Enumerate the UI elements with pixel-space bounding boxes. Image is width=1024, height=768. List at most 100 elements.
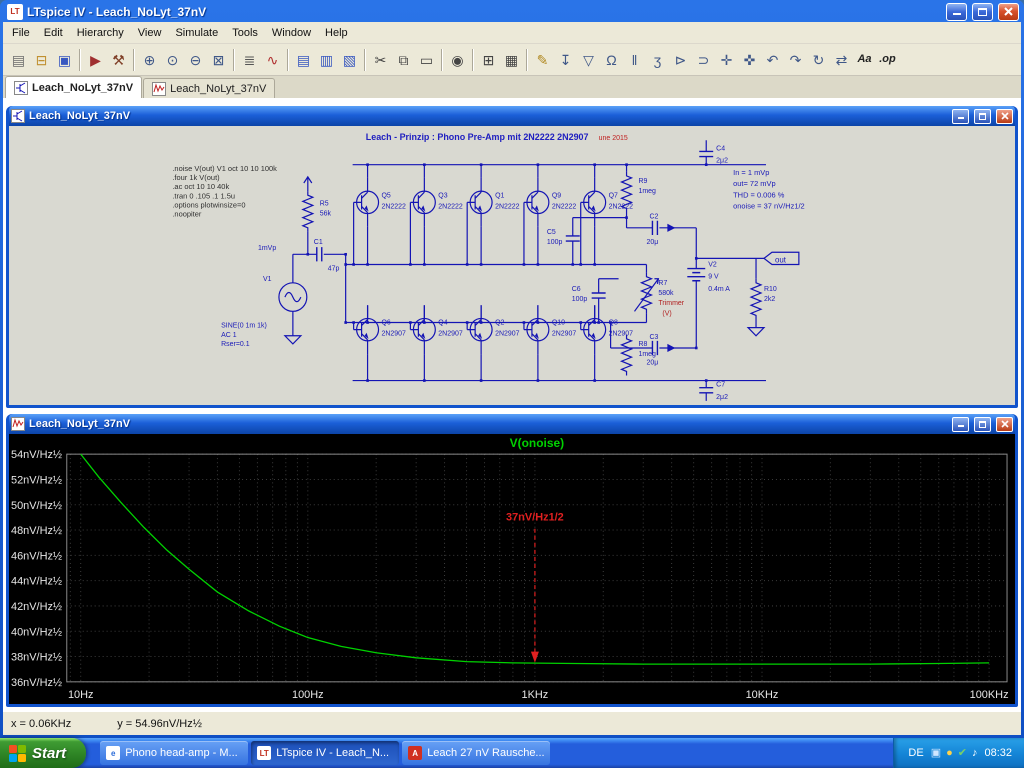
zoom-in-icon[interactable]: ⊕ [138, 48, 161, 71]
inductor-icon[interactable]: ʒ [646, 48, 669, 71]
taskbar-task[interactable]: LTLTspice IV - Leach_N... [251, 741, 399, 765]
save-icon[interactable]: ▣ [53, 48, 76, 71]
component-c4[interactable] [699, 151, 713, 156]
transistor-Q10[interactable]: Q102N2907 [524, 305, 576, 380]
component-r10[interactable] [751, 279, 761, 320]
run-icon[interactable]: ▶ [84, 48, 107, 71]
cut-icon[interactable]: ✂ [369, 48, 392, 71]
schematic-maximize-button[interactable] [974, 109, 991, 124]
minimize-button[interactable] [946, 3, 967, 21]
spice-directive[interactable]: .tran 0 .105 .1 1.5u [172, 191, 235, 200]
taskbar-task[interactable]: ePhono head-amp - M... [100, 741, 248, 765]
transistor-Q3[interactable]: Q32N2222 [410, 165, 462, 265]
zoom-back-icon[interactable]: ⊙ [161, 48, 184, 71]
display-icon[interactable]: ▣ [931, 748, 941, 759]
out-port-flag[interactable]: out [764, 252, 799, 264]
copy-icon[interactable]: ⧉ [392, 48, 415, 71]
transistor-Q9[interactable]: Q92N2222 [524, 165, 576, 265]
transistor-Q2[interactable]: Q22N2907 [467, 305, 519, 380]
y-tick-label: 48nV/Hz½ [11, 525, 62, 537]
transistor-type: 2N2907 [438, 331, 462, 338]
cascade-icon[interactable]: ▧ [338, 48, 361, 71]
paste-icon[interactable]: ▭ [415, 48, 438, 71]
spice-directive[interactable]: .options plotwinsize=0 [172, 200, 245, 209]
menu-window[interactable]: Window [265, 22, 318, 43]
transistor-Q6[interactable]: Q62N2907 [354, 305, 406, 380]
waveform-icon[interactable]: ∿ [261, 48, 284, 71]
print-preview-icon[interactable]: ⊞ [477, 48, 500, 71]
transistor-Q7[interactable]: Q72N2222 [581, 165, 633, 265]
component-v1-source[interactable] [279, 283, 307, 312]
language-indicator[interactable]: DE [908, 747, 923, 759]
spice-netlist-icon[interactable]: ≣ [238, 48, 261, 71]
component-c2[interactable] [652, 221, 657, 235]
spice-directive[interactable]: .noise V(out) V1 oct 10 10 100k [172, 164, 277, 173]
capacitor-icon[interactable]: ‖ [623, 48, 646, 71]
text-icon[interactable]: Aa [853, 48, 876, 71]
net-label-icon[interactable]: ▽ [577, 48, 600, 71]
menu-tools[interactable]: Tools [225, 22, 265, 43]
volume-icon[interactable]: ♪ [972, 748, 978, 759]
transistor-Q1[interactable]: Q12N2222 [467, 165, 519, 265]
transistor-Q5[interactable]: Q52N2222 [354, 165, 406, 265]
resistor-icon[interactable]: Ω [600, 48, 623, 71]
zoom-full-icon[interactable]: ⊠ [207, 48, 230, 71]
maximize-button[interactable] [972, 3, 993, 21]
schematic-canvas[interactable]: out Leach - Prinzip : Phono Pre-Amp mit … [9, 126, 1015, 405]
component-r7-trimmer[interactable] [635, 273, 659, 314]
start-button[interactable]: Start [0, 738, 86, 768]
print-icon[interactable]: ▦ [500, 48, 523, 71]
taskbar-task[interactable]: ALeach 27 nV Rausche... [402, 741, 550, 765]
component-c6[interactable] [592, 293, 606, 298]
waveform-plot[interactable]: 54nV/Hz½52nV/Hz½50nV/Hz½48nV/Hz½46nV/Hz½… [9, 434, 1015, 704]
component-r5[interactable] [303, 191, 313, 232]
close-button[interactable] [998, 3, 1019, 21]
menu-hierarchy[interactable]: Hierarchy [70, 22, 131, 43]
component-c7[interactable] [699, 388, 713, 393]
menu-simulate[interactable]: Simulate [168, 22, 225, 43]
shield-icon[interactable]: ✔ [958, 748, 967, 759]
spice-directive-icon[interactable]: .op [876, 48, 899, 71]
wire-icon[interactable]: ✎ [531, 48, 554, 71]
find-icon[interactable]: ◉ [446, 48, 469, 71]
transistor-Q4[interactable]: Q42N2907 [410, 305, 462, 380]
waveform-window-titlebar[interactable]: Leach_NoLyt_37nV [9, 414, 1015, 434]
component-r8[interactable] [622, 335, 632, 376]
drag-icon[interactable]: ✜ [738, 48, 761, 71]
open-icon[interactable]: ⊟ [30, 48, 53, 71]
new-schematic-icon[interactable]: ▤ [7, 48, 30, 71]
menu-help[interactable]: Help [318, 22, 355, 43]
update-icon[interactable]: ● [946, 748, 953, 759]
zoom-out-icon[interactable]: ⊖ [184, 48, 207, 71]
tile-horizontal-icon[interactable]: ▤ [292, 48, 315, 71]
waveform-close-button[interactable] [996, 417, 1013, 432]
ground-icon[interactable]: ↧ [554, 48, 577, 71]
menu-view[interactable]: View [131, 22, 169, 43]
mirror-icon[interactable]: ⇄ [830, 48, 853, 71]
schematic-window-titlebar[interactable]: Leach_NoLyt_37nV [9, 106, 1015, 126]
schematic-minimize-button[interactable] [952, 109, 969, 124]
component-v2-battery[interactable] [687, 269, 705, 281]
undo-icon[interactable]: ↶ [761, 48, 784, 71]
waveform-maximize-button[interactable] [974, 417, 991, 432]
trace-title[interactable]: V(onoise) [510, 436, 564, 450]
component-icon[interactable]: ⊃ [692, 48, 715, 71]
tab-waveform[interactable]: Leach_NoLyt_37nV [143, 78, 275, 98]
spice-directive[interactable]: .noopiter [172, 210, 202, 219]
diode-icon[interactable]: ⊳ [669, 48, 692, 71]
spice-directive[interactable]: .four 1k V(out) [172, 173, 220, 182]
rotate-icon[interactable]: ↻ [807, 48, 830, 71]
halt-icon[interactable]: ⚒ [107, 48, 130, 71]
waveform-minimize-button[interactable] [952, 417, 969, 432]
x-tick-label: 10Hz [68, 689, 94, 701]
menu-edit[interactable]: Edit [37, 22, 70, 43]
schematic-close-button[interactable] [996, 109, 1013, 124]
component-c5[interactable] [566, 236, 580, 241]
tab-schematic[interactable]: Leach_NoLyt_37nV [5, 76, 142, 98]
tile-vertical-icon[interactable]: ▥ [315, 48, 338, 71]
redo-icon[interactable]: ↷ [784, 48, 807, 71]
move-icon[interactable]: ✛ [715, 48, 738, 71]
spice-directive[interactable]: .ac oct 10 10 40k [172, 182, 229, 191]
menu-file[interactable]: File [5, 22, 37, 43]
component-c1[interactable] [317, 247, 322, 261]
